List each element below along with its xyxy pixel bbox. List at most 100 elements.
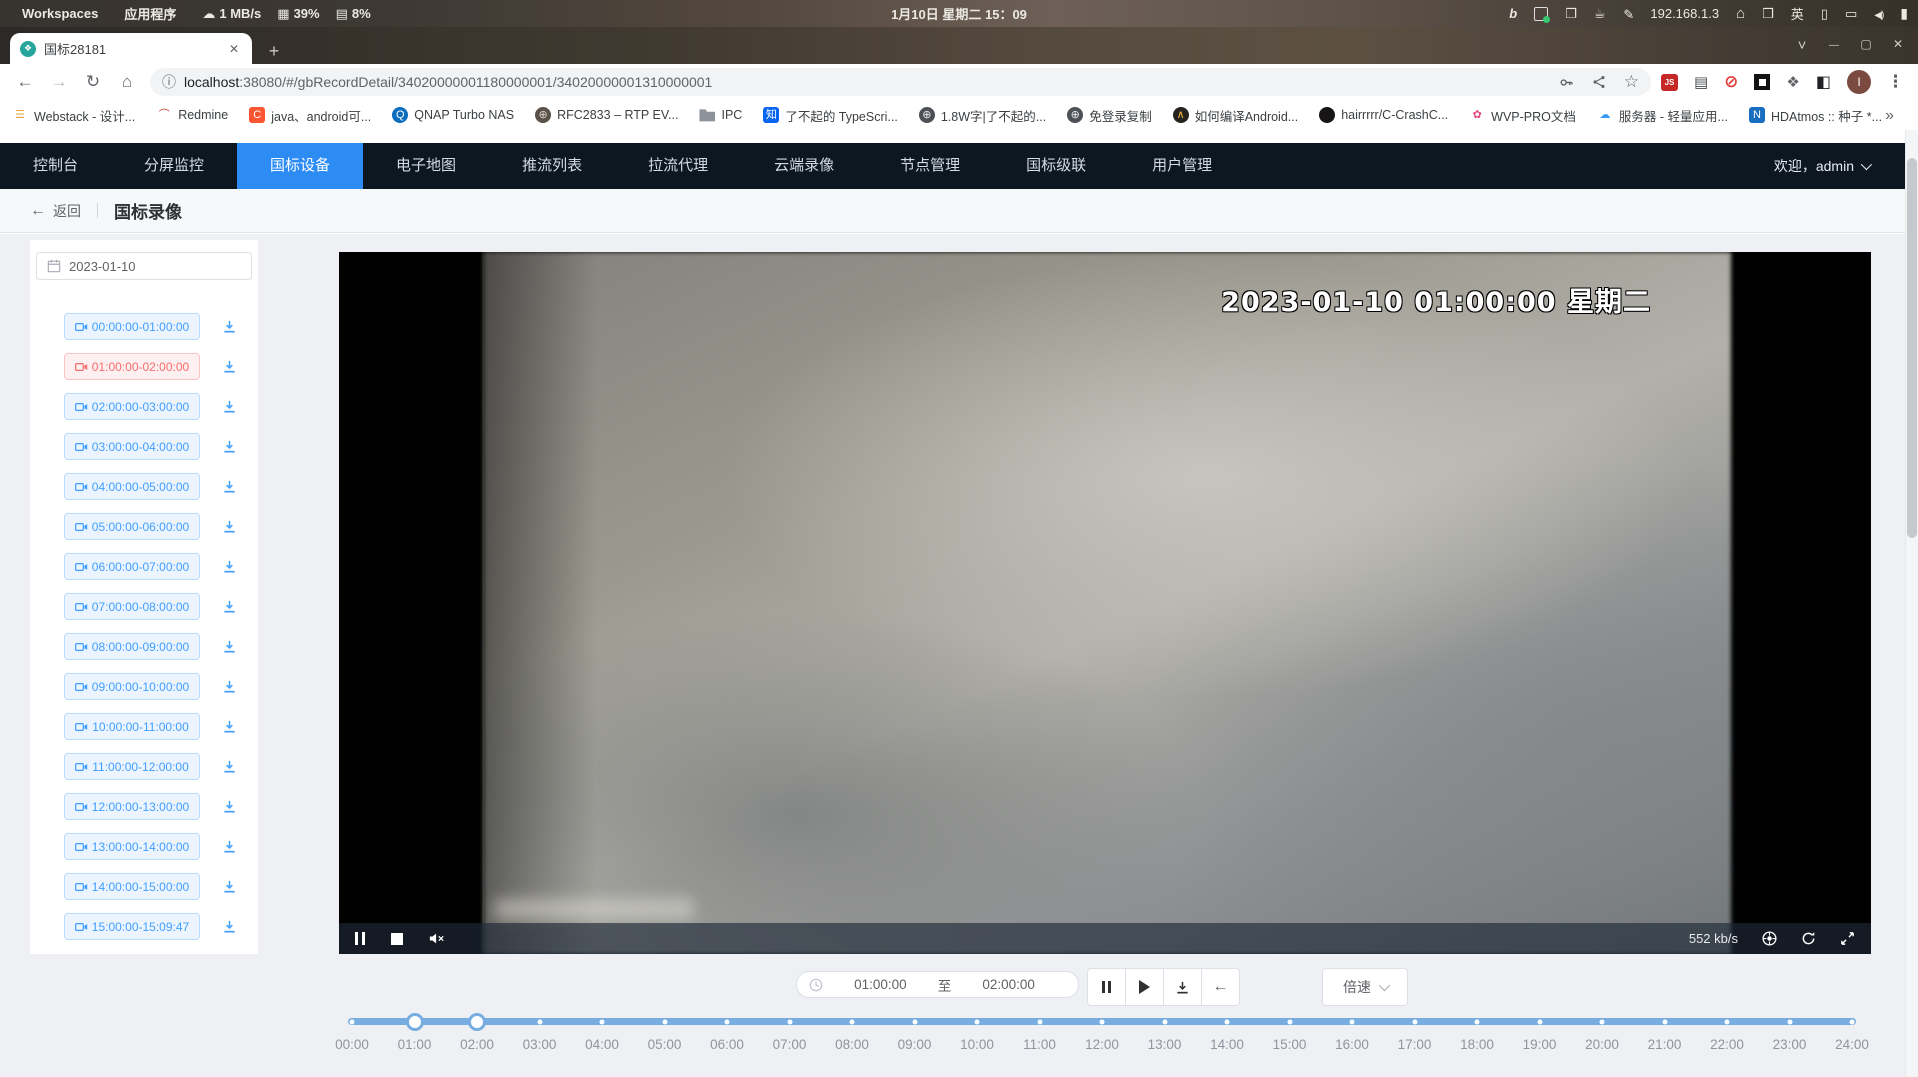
record-time-button[interactable]: 10:00:00-11:00:00 (64, 713, 200, 740)
new-tab-button[interactable] (262, 42, 286, 60)
mask-extension-icon[interactable] (1694, 73, 1708, 92)
record-download-button[interactable] (222, 799, 237, 814)
site-info-icon[interactable] (162, 72, 176, 92)
record-time-button[interactable]: 03:00:00-04:00:00 (64, 433, 200, 460)
record-download-button[interactable] (222, 519, 237, 534)
record-download-button[interactable] (222, 359, 237, 374)
refresh-icon[interactable] (1801, 931, 1816, 946)
record-download-button[interactable] (222, 679, 237, 694)
bookmark-item[interactable]: IPC (699, 107, 742, 123)
windows-tray-icon[interactable] (1762, 6, 1774, 22)
navbar-tab[interactable]: 分屏监控 (111, 143, 237, 189)
navbar-tab[interactable]: 拉流代理 (615, 143, 741, 189)
record-download-button[interactable] (222, 879, 237, 894)
record-time-button[interactable]: 06:00:00-07:00:00 (64, 553, 200, 580)
browser-menu-icon[interactable] (1887, 72, 1904, 92)
window-close-button[interactable] (1888, 37, 1908, 51)
browser-forward-button[interactable] (42, 72, 76, 92)
user-menu[interactable]: 欢迎，admin (1774, 156, 1905, 176)
window-minimize-button[interactable] (1824, 37, 1844, 51)
phone-tray-icon[interactable] (1821, 6, 1828, 22)
navbar-tab[interactable]: 电子地图 (363, 143, 489, 189)
record-time-button[interactable]: 13:00:00-14:00:00 (64, 833, 200, 860)
record-time-button[interactable]: 04:00:00-05:00:00 (64, 473, 200, 500)
bookmark-item[interactable]: ✿ WVP-PRO文档 (1469, 106, 1576, 125)
record-download-button[interactable] (222, 479, 237, 494)
clock[interactable]: 1月10日 星期二 15：09 (891, 4, 1027, 23)
end-time-value[interactable]: 02:00:00 (951, 977, 1066, 992)
bookmark-item[interactable]: ⌒ Redmine (156, 107, 228, 123)
bookmark-item[interactable]: ☁ 服务器 - 轻量应用... (1597, 106, 1728, 125)
play-button[interactable] (1125, 968, 1164, 1006)
bookmark-item[interactable]: 知 了不起的 TypeScri... (763, 106, 898, 125)
address-bar[interactable]: localhost:38080/#/gbRecordDetail/3402000… (150, 68, 1651, 96)
seek-back-button[interactable] (1201, 968, 1240, 1006)
record-download-button[interactable] (222, 559, 237, 574)
record-download-button[interactable] (222, 319, 237, 334)
record-time-button[interactable]: 11:00:00-12:00:00 (64, 753, 200, 780)
bookmark-item[interactable]: Q QNAP Turbo NAS (392, 107, 514, 123)
navbar-tab[interactable]: 推流列表 (489, 143, 615, 189)
mute-icon[interactable] (429, 932, 445, 945)
home-tray-icon[interactable] (1736, 5, 1745, 22)
volume-tray-icon[interactable] (1874, 6, 1883, 21)
download-button[interactable] (1163, 968, 1202, 1006)
bookmark-item[interactable]: hairrrrr/C-CrashC... (1319, 107, 1448, 123)
stop-icon[interactable] (391, 933, 403, 945)
playback-speed-dropdown[interactable]: 倍速 (1322, 968, 1408, 1006)
record-download-button[interactable] (222, 399, 237, 414)
start-time-value[interactable]: 01:00:00 (823, 977, 938, 992)
browser-reload-button[interactable] (76, 72, 110, 92)
timeline-range-handle[interactable] (406, 1013, 424, 1031)
record-time-button[interactable]: 08:00:00-09:00:00 (64, 633, 200, 660)
navbar-tab[interactable]: 控制台 (0, 143, 111, 189)
date-picker-input[interactable]: 2023-01-10 (36, 252, 252, 280)
reader-extension-icon[interactable] (1816, 72, 1831, 92)
bookmark-item[interactable]: ⊕ 免登录复制 (1067, 106, 1152, 125)
record-download-button[interactable] (222, 439, 237, 454)
record-time-button[interactable]: 14:00:00-15:00:00 (64, 873, 200, 900)
fullscreen-icon[interactable] (1840, 931, 1855, 946)
record-time-button[interactable]: 05:00:00-06:00:00 (64, 513, 200, 540)
playback-timeline[interactable]: 00:0001:0002:0003:0004:0005:0006:0007:00… (352, 1012, 1852, 1060)
record-download-button[interactable] (222, 599, 237, 614)
navbar-tab[interactable]: 云端录像 (741, 143, 867, 189)
browser-home-button[interactable] (110, 72, 144, 92)
js-extension-icon[interactable]: JS (1661, 74, 1678, 91)
pause-button[interactable] (1087, 968, 1126, 1006)
bookmark-item[interactable]: ∧ 如何编译Android... (1173, 106, 1299, 125)
navbar-tab[interactable]: 国标级联 (993, 143, 1119, 189)
bookmark-item[interactable]: C java、android可... (249, 106, 371, 125)
tab-close-icon[interactable] (226, 42, 242, 56)
adblock-extension-icon[interactable] (1724, 72, 1738, 92)
tray-app-icon[interactable] (1509, 6, 1517, 21)
navbar-tab[interactable]: 节点管理 (867, 143, 993, 189)
profile-avatar[interactable]: I (1847, 70, 1871, 94)
workspaces-button[interactable]: Workspaces (12, 6, 108, 21)
record-time-button[interactable]: 12:00:00-13:00:00 (64, 793, 200, 820)
display-tray-icon[interactable] (1845, 6, 1857, 22)
clipboard-tray-icon[interactable] (1565, 6, 1577, 22)
caffeine-tray-icon[interactable] (1594, 6, 1606, 22)
navbar-tab[interactable]: 用户管理 (1119, 143, 1245, 189)
time-range-input[interactable]: 01:00:00 至 02:00:00 (796, 971, 1079, 998)
record-download-button[interactable] (222, 759, 237, 774)
bookmark-star-icon[interactable] (1624, 72, 1639, 92)
input-method-indicator[interactable]: 英 (1791, 4, 1804, 23)
tab-search-icon[interactable] (1792, 37, 1812, 54)
record-time-button[interactable]: 15:00:00-15:09:47 (64, 913, 200, 940)
back-button[interactable]: 返回 (30, 201, 81, 221)
notes-tray-icon[interactable] (1534, 7, 1548, 21)
video-player[interactable]: 2023-01-10 01:00:00 星期二 552 kb/s (339, 252, 1871, 954)
bookmark-item[interactable]: ⊕ RFC2833 – RTP EV... (535, 107, 678, 123)
darkmode-extension-icon[interactable] (1754, 74, 1770, 90)
snapshot-icon[interactable] (1762, 931, 1777, 946)
record-download-button[interactable] (222, 719, 237, 734)
scrollbar-thumb[interactable] (1907, 158, 1917, 538)
record-download-button[interactable] (222, 919, 237, 934)
page-scrollbar[interactable] (1905, 130, 1918, 1077)
record-time-button[interactable]: 02:00:00-03:00:00 (64, 393, 200, 420)
bookmark-item[interactable]: N HDAtmos :: 种子 *... (1749, 106, 1882, 125)
record-time-button[interactable]: 09:00:00-10:00:00 (64, 673, 200, 700)
record-time-button[interactable]: 07:00:00-08:00:00 (64, 593, 200, 620)
